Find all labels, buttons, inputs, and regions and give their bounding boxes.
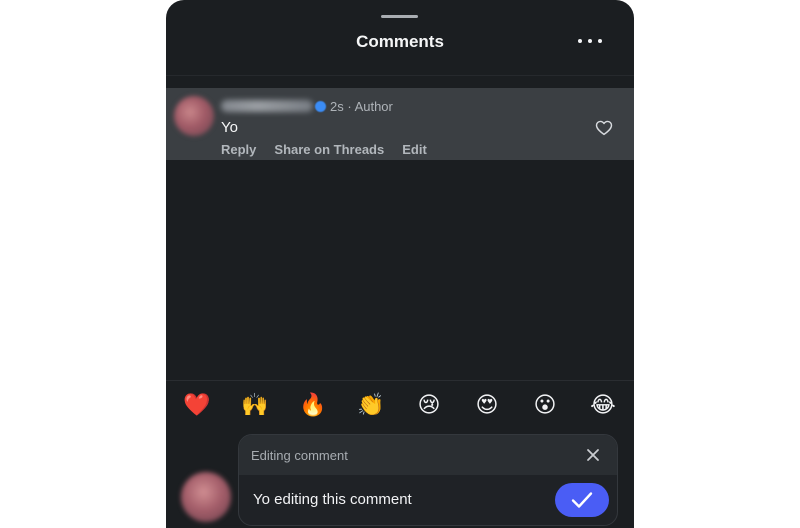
emoji-clapping-hands[interactable]: 👏 bbox=[356, 389, 386, 421]
emoji-raising-hands[interactable]: 🙌 bbox=[240, 389, 270, 421]
comments-sheet: Comments 2s · Author Yo Reply Share on T… bbox=[166, 0, 634, 528]
edit-comment-input[interactable]: Yo editing this comment bbox=[253, 491, 412, 508]
comment-meta: 2s · Author bbox=[330, 99, 393, 114]
commenter-username[interactable] bbox=[221, 100, 313, 112]
edit-comment-box: Editing comment Yo editing this comment bbox=[238, 434, 618, 526]
commenter-avatar[interactable] bbox=[174, 96, 214, 136]
close-icon[interactable] bbox=[585, 447, 601, 463]
comment-text: Yo bbox=[221, 119, 238, 136]
emoji-fire[interactable]: 🔥 bbox=[298, 389, 328, 421]
comment-row[interactable]: 2s · Author Yo Reply Share on Threads Ed… bbox=[166, 88, 634, 160]
composer-avatar bbox=[181, 472, 231, 522]
emoji-reaction-bar: ❤️ 🙌 🔥 👏 😢 😍 😮 😂 bbox=[166, 389, 634, 423]
share-on-threads-button[interactable]: Share on Threads bbox=[274, 142, 384, 157]
sheet-title: Comments bbox=[356, 32, 444, 51]
emoji-crying-face[interactable]: 😢 bbox=[414, 389, 444, 421]
emoji-divider bbox=[166, 380, 634, 381]
emoji-face-open-mouth[interactable]: 😮 bbox=[530, 389, 560, 421]
edit-header: Editing comment bbox=[239, 435, 617, 475]
sheet-grabber[interactable] bbox=[381, 15, 418, 18]
submit-edit-button[interactable] bbox=[555, 483, 609, 517]
edit-button[interactable]: Edit bbox=[402, 142, 427, 157]
header-divider bbox=[166, 75, 634, 76]
heart-icon[interactable] bbox=[595, 119, 613, 137]
comment-actions: Reply Share on Threads Edit bbox=[221, 142, 427, 157]
more-options-icon[interactable] bbox=[578, 30, 602, 52]
emoji-heart-eyes[interactable]: 😍 bbox=[472, 389, 502, 421]
emoji-tears-of-joy[interactable]: 😂 bbox=[588, 389, 618, 421]
reply-button[interactable]: Reply bbox=[221, 142, 256, 157]
emoji-red-heart[interactable]: ❤️ bbox=[182, 389, 212, 421]
editing-comment-label: Editing comment bbox=[251, 448, 348, 463]
verified-badge-icon bbox=[315, 101, 326, 112]
checkmark-icon bbox=[571, 492, 593, 508]
